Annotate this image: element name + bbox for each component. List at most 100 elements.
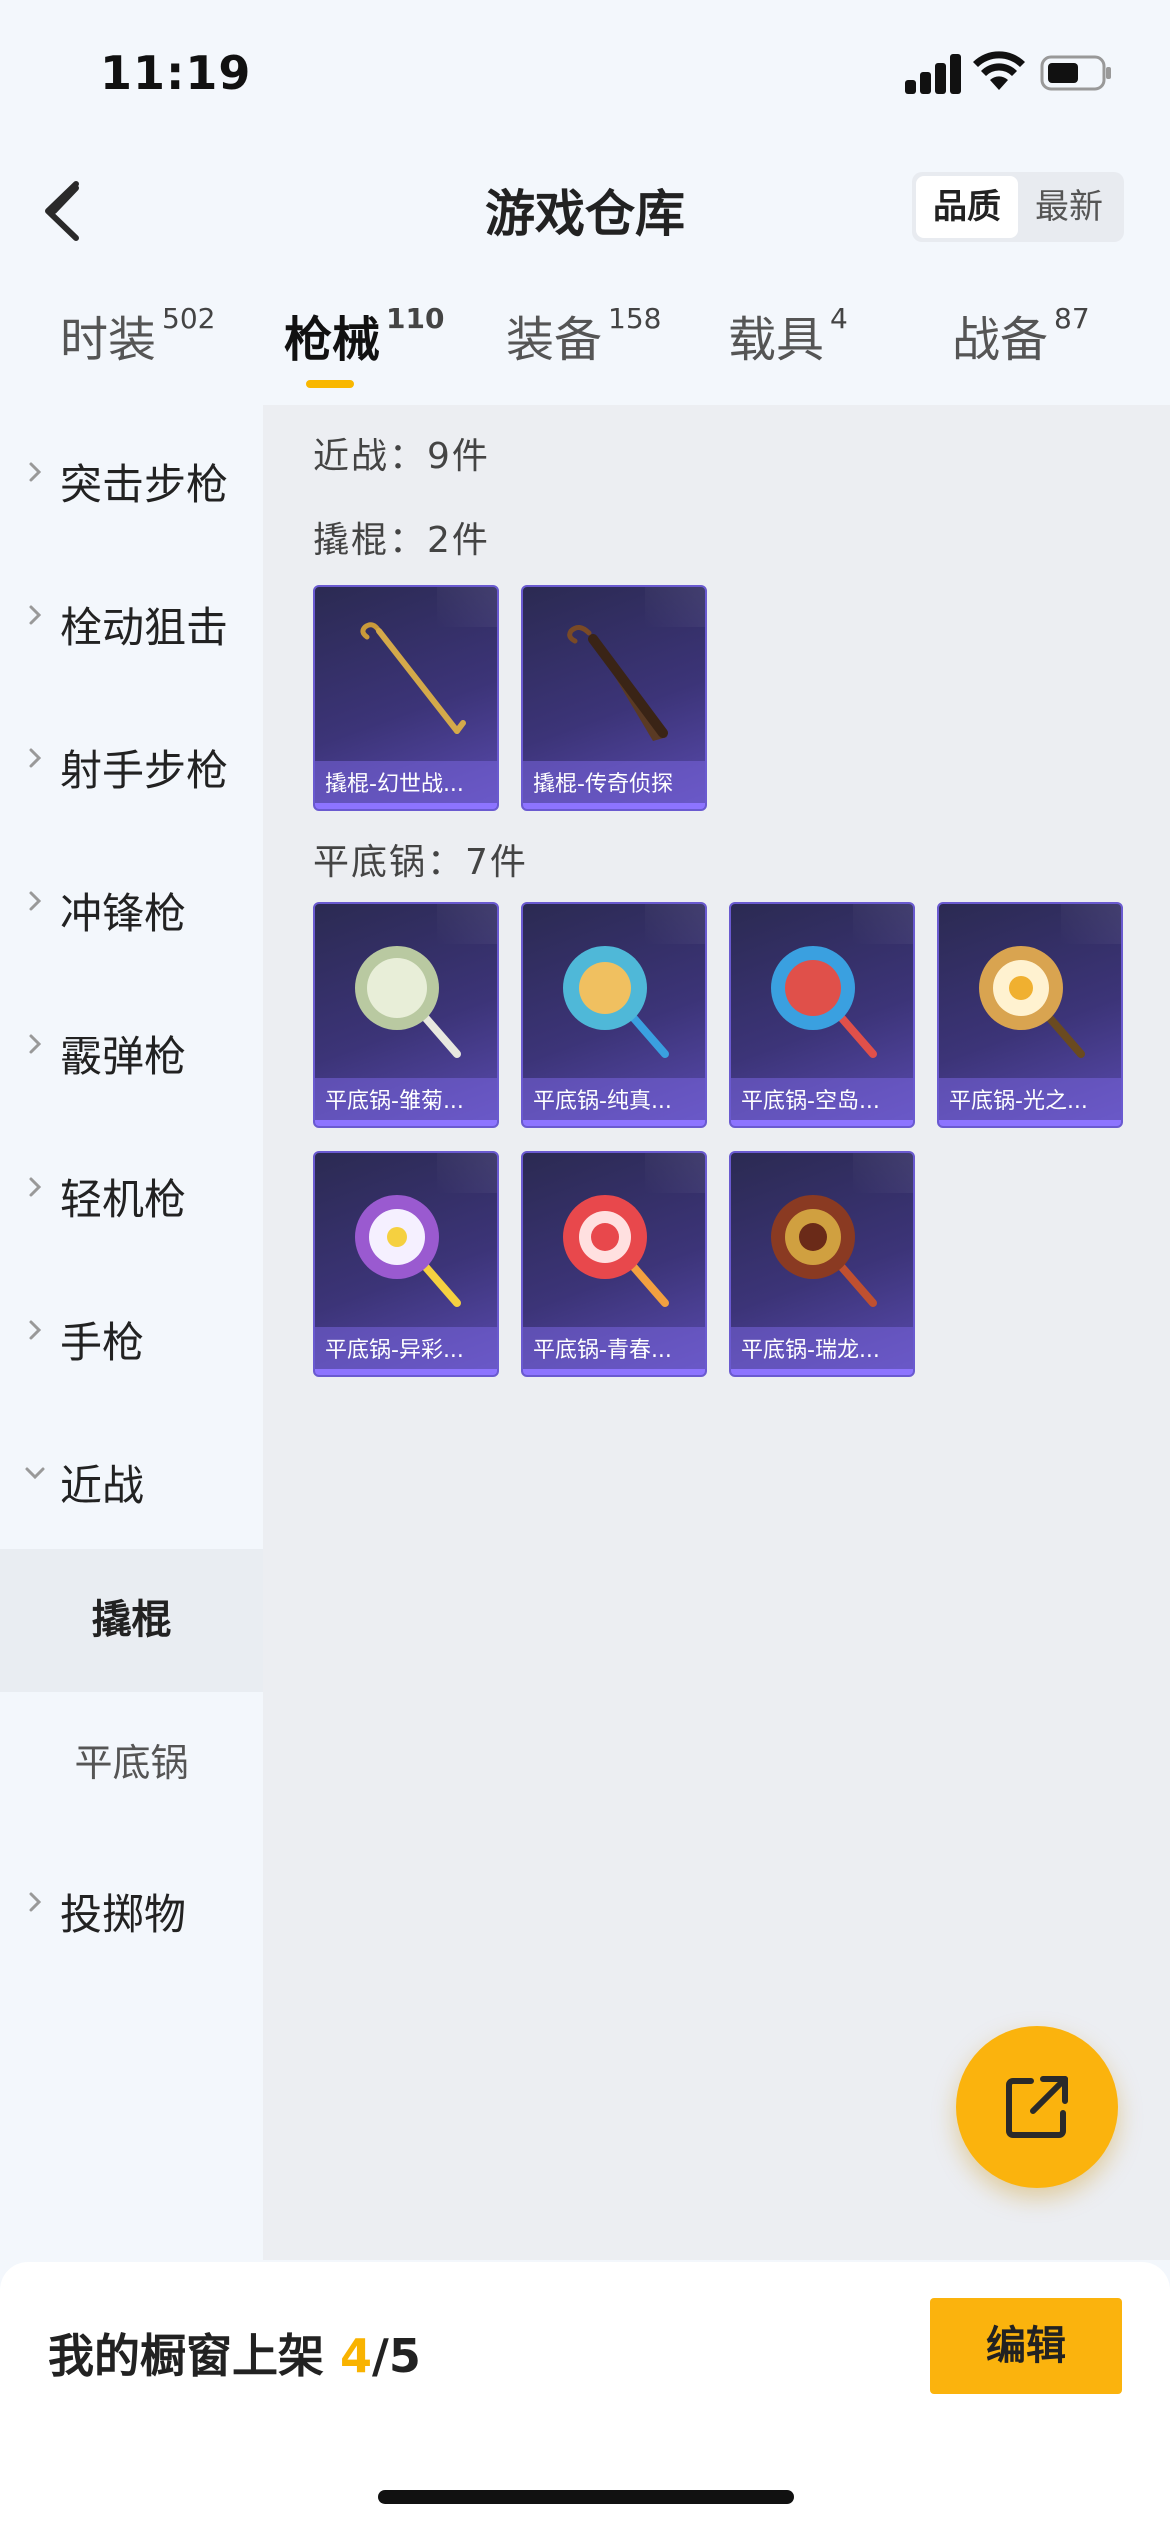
wifi-icon xyxy=(973,51,1025,90)
item-card-crowbar-2[interactable]: 撬棍-传奇侦探 xyxy=(521,585,707,811)
item-card-crowbar-1[interactable]: 撬棍-幻世战... xyxy=(313,585,499,811)
frying-pan-icon xyxy=(979,946,1085,1058)
sidebar-item-lmg[interactable]: 轻机枪 xyxy=(0,1120,263,1263)
item-card-pan-3[interactable]: 平底锅-空岛... xyxy=(729,902,915,1128)
sidebar-item-label: 霰弹枪 xyxy=(60,1032,187,1081)
chevron-right-icon xyxy=(29,891,42,911)
warehouse-screen: 11:19 游戏仓库 品质 最新 时装 502 枪械 110 装备 158 载具… xyxy=(0,0,1170,2532)
sidebar-item-marksman-rifle[interactable]: 射手步枪 xyxy=(0,691,263,834)
chevron-right-icon xyxy=(29,1320,42,1340)
chevron-right-icon xyxy=(29,1892,42,1912)
rarity-bar xyxy=(523,1369,705,1375)
sidebar-item-label: 手枪 xyxy=(60,1318,145,1367)
item-name: 撬棍-传奇侦探 xyxy=(523,761,705,809)
sidebar-item-label: 冲锋枪 xyxy=(60,889,187,938)
frying-pan-icon xyxy=(355,946,461,1058)
tab-equipment[interactable]: 装备 158 xyxy=(506,300,661,370)
frying-pan-icon xyxy=(563,1195,669,1307)
sidebar-item-shotgun[interactable]: 霰弹枪 xyxy=(0,977,263,1120)
tab-vehicles[interactable]: 载具 4 xyxy=(728,300,848,370)
sort-toggle: 品质 最新 xyxy=(912,172,1124,242)
sidebar-subitem-pan[interactable]: 平底锅 xyxy=(0,1692,263,1835)
sidebar-item-label: 近战 xyxy=(60,1461,145,1510)
battery-icon xyxy=(1040,55,1111,91)
chevron-right-icon xyxy=(29,462,42,482)
home-indicator xyxy=(378,2490,794,2504)
item-card-pan-7[interactable]: 平底锅-瑞龙... xyxy=(729,1151,915,1377)
sidebar-item-label: 轻机枪 xyxy=(60,1175,187,1224)
item-card-pan-6[interactable]: 平底锅-青春... xyxy=(521,1151,707,1377)
sidebar-item-label: 栓动狙击 xyxy=(60,603,229,652)
sidebar-item-pistol[interactable]: 手枪 xyxy=(0,1263,263,1406)
status-bar: 11:19 xyxy=(0,0,1170,150)
item-card-pan-2[interactable]: 平底锅-纯真... xyxy=(521,902,707,1128)
edit-button[interactable]: 编辑 xyxy=(930,2298,1122,2394)
sidebar-item-bolt-sniper[interactable]: 栓动狙击 xyxy=(0,548,263,691)
rarity-bar xyxy=(939,1120,1121,1126)
umbrella-icon xyxy=(567,625,668,741)
share-icon xyxy=(1006,2076,1068,2138)
item-content-area: 近战：9件 撬棍：2件 撬棍-幻世战... 撬棍-传奇侦探 平底锅：7件 平底锅… xyxy=(263,405,1170,2260)
item-name: 撬棍-幻世战... xyxy=(315,761,497,809)
active-tab-indicator xyxy=(306,380,354,388)
chevron-right-icon xyxy=(29,1177,42,1197)
rarity-bar xyxy=(315,803,497,809)
sidebar-item-label: 突击步枪 xyxy=(60,460,229,509)
tab-count: 87 xyxy=(1054,302,1090,335)
frying-pan-icon xyxy=(563,946,669,1058)
item-card-pan-5[interactable]: 平底锅-异彩... xyxy=(313,1151,499,1377)
weapon-type-sidebar: 突击步枪 栓动狙击 射手步枪 冲锋枪 霰弹枪 轻机枪 手枪 近战 撬棍 平底锅 … xyxy=(0,405,263,2260)
chevron-down-icon xyxy=(25,1467,45,1480)
tab-count: 4 xyxy=(830,302,848,335)
rarity-bar xyxy=(731,1120,913,1126)
cellular-signal-icon xyxy=(905,52,961,94)
crowbar-group-label: 撬棍：2件 xyxy=(313,520,490,561)
chevron-right-icon xyxy=(29,1034,42,1054)
tab-count: 158 xyxy=(608,302,662,335)
sidebar-subitem-crowbar[interactable]: 撬棍 xyxy=(0,1549,263,1692)
sidebar-item-melee[interactable]: 近战 xyxy=(0,1406,263,1549)
tab-label: 载具 xyxy=(728,312,825,368)
tab-label: 时装 xyxy=(60,312,157,368)
item-name: 平底锅-空岛... xyxy=(731,1078,913,1126)
crowbar-icon xyxy=(360,622,466,734)
tab-count: 110 xyxy=(386,302,445,335)
item-name: 平底锅-光之... xyxy=(939,1078,1121,1126)
tab-label: 装备 xyxy=(506,312,603,368)
item-card-pan-4[interactable]: 平底锅-光之... xyxy=(937,902,1123,1128)
item-name: 平底锅-青春... xyxy=(523,1327,705,1375)
item-name: 平底锅-异彩... xyxy=(315,1327,497,1375)
sidebar-item-assault-rifle[interactable]: 突击步枪 xyxy=(0,405,263,548)
showcase-current-count: 4 xyxy=(340,2329,373,2383)
sidebar-item-label: 投掷物 xyxy=(60,1890,187,1939)
rarity-bar xyxy=(523,1120,705,1126)
category-tabs: 时装 502 枪械 110 装备 158 载具 4 战备 87 xyxy=(0,300,1170,400)
frying-pan-icon xyxy=(771,1195,877,1307)
tab-label: 枪械 xyxy=(284,312,381,368)
tab-count: 502 xyxy=(162,302,216,335)
pan-group-label: 平底锅：7件 xyxy=(313,842,528,883)
sort-quality-option[interactable]: 品质 xyxy=(916,176,1018,238)
sidebar-subitem-label: 平底锅 xyxy=(74,1741,189,1785)
sidebar-subitem-label: 撬棍 xyxy=(91,1597,172,1643)
tab-tactical[interactable]: 战备 87 xyxy=(952,300,1090,370)
rarity-bar xyxy=(731,1369,913,1375)
sort-newest-option[interactable]: 最新 xyxy=(1018,176,1120,238)
rarity-bar xyxy=(315,1120,497,1126)
item-name: 平底锅-雏菊... xyxy=(315,1078,497,1126)
tab-guns[interactable]: 枪械 110 xyxy=(284,300,444,370)
showcase-bar: 我的橱窗上架 4/5 编辑 xyxy=(0,2262,1170,2532)
sidebar-item-smg[interactable]: 冲锋枪 xyxy=(0,834,263,977)
item-card-pan-1[interactable]: 平底锅-雏菊... xyxy=(313,902,499,1128)
rarity-bar xyxy=(523,803,705,809)
share-button[interactable] xyxy=(956,2026,1118,2188)
melee-summary: 近战：9件 xyxy=(313,436,490,477)
rarity-bar xyxy=(315,1369,497,1375)
nav-header: 游戏仓库 品质 最新 xyxy=(0,150,1170,265)
showcase-status: 我的橱窗上架 4/5 xyxy=(48,2320,421,2386)
frying-pan-icon xyxy=(771,946,877,1058)
tab-fashion[interactable]: 时装 502 xyxy=(60,300,215,370)
sidebar-item-throwable[interactable]: 投掷物 xyxy=(0,1835,263,1978)
status-time: 11:19 xyxy=(100,46,252,100)
chevron-right-icon xyxy=(29,605,42,625)
